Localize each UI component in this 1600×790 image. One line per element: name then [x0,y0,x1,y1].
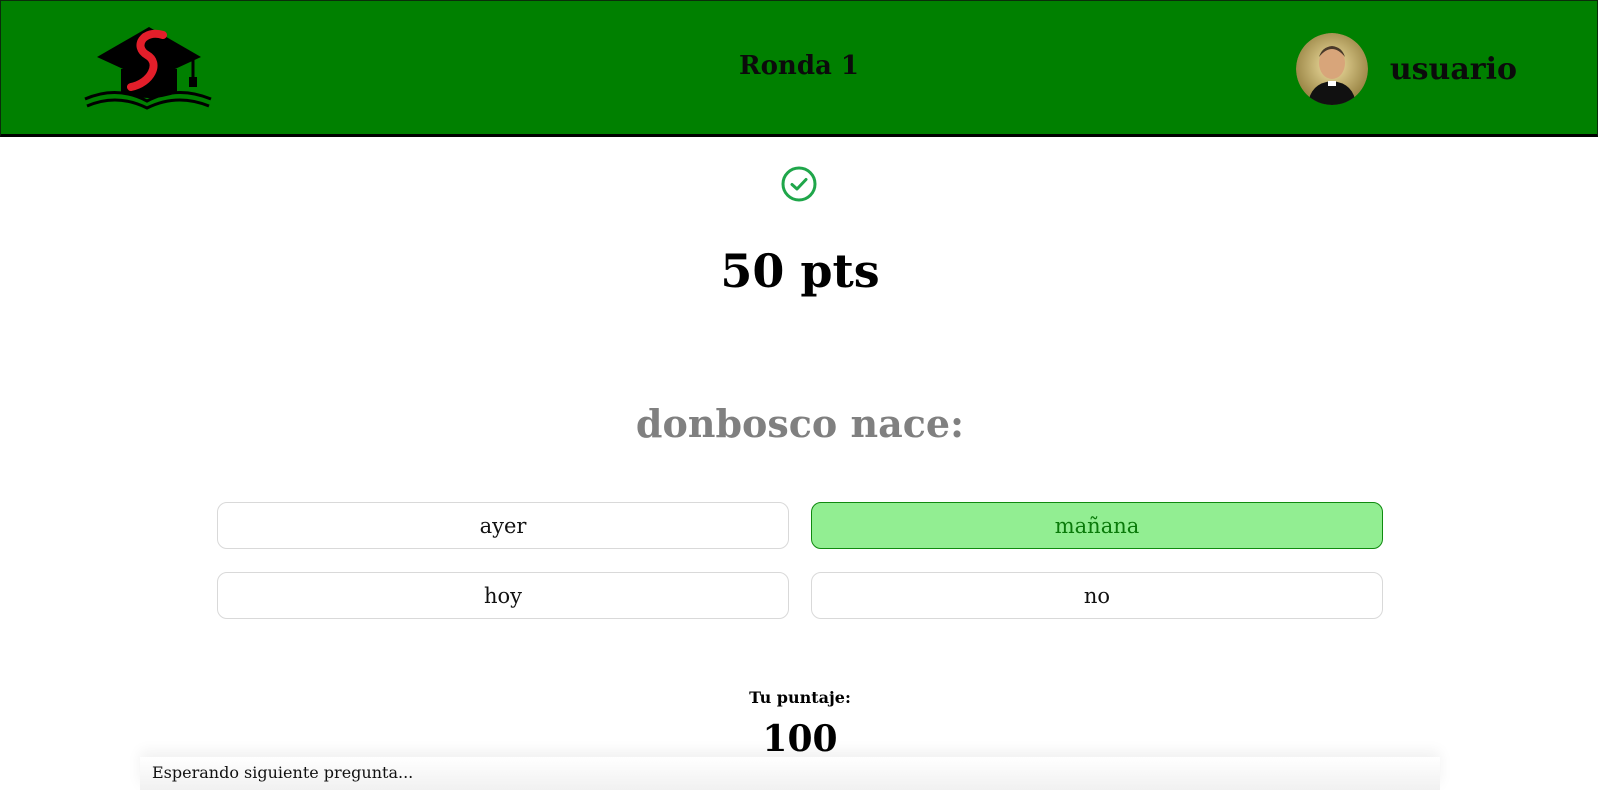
score-value: 100 [762,718,838,760]
answer-option-3[interactable]: hoy [217,572,789,619]
question-text: donbosco nace: [635,401,965,446]
avatar[interactable] [1295,33,1368,105]
check-circle-icon [781,166,817,202]
username: usuario [1389,51,1517,87]
user-profile[interactable]: usuario [1295,33,1517,105]
top-header: Ronda 1 usuario [0,0,1598,137]
answer-option-2[interactable]: mañana [811,502,1383,549]
quiz-page: Ronda 1 usuario 50 pts donbosco nace: ay… [0,0,1600,790]
answer-option-4[interactable]: no [811,572,1383,619]
answer-option-1[interactable]: ayer [217,502,789,549]
points-earned: 50 pts [720,244,880,298]
score-label: Tu puntaje: [749,688,851,707]
user-portrait-icon [1295,33,1368,105]
status-text: Esperando siguiente pregunta... [152,763,414,782]
